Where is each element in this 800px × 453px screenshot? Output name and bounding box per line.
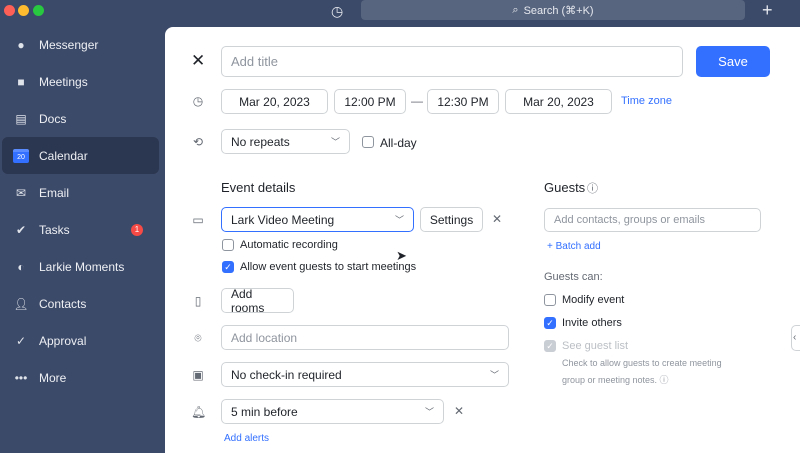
repeat-icon: ⟲ [192, 135, 204, 149]
see-guest-list-label: See guest list [562, 340, 629, 352]
room-icon: ▯ [194, 294, 202, 308]
sidebar-item-more[interactable]: ••• More [0, 359, 159, 396]
video-camera-icon: ■ [17, 74, 25, 89]
auto-recording-label: Automatic recording [240, 239, 338, 251]
window-maximize-button[interactable] [33, 5, 44, 16]
allow-guests-start-checkbox[interactable]: ✓ [222, 261, 234, 273]
settings-button[interactable]: Settings [420, 207, 483, 232]
chevron-down-icon: ﹀ [489, 370, 499, 380]
event-editor: ✕ Add title Save ◷ Mar 20, 2023 12:00 PM… [165, 27, 800, 453]
guests-can-label: Guests can: [544, 271, 603, 283]
bell-icon: 🔔︎ [191, 405, 207, 419]
end-date-picker[interactable]: Mar 20, 2023 [505, 89, 612, 114]
time-zone-link[interactable]: Time zone [621, 95, 672, 107]
end-time-picker[interactable]: 12:30 PM [427, 89, 499, 114]
more-dots-icon: ••• [14, 370, 28, 385]
calendar-icon: 20 [13, 148, 29, 163]
save-button[interactable]: Save [696, 46, 770, 77]
window-close-button[interactable] [4, 5, 15, 16]
modify-event-checkbox[interactable] [544, 294, 556, 306]
event-details-heading: Event details [221, 180, 296, 195]
guests-heading: Guests [544, 180, 586, 195]
docs-icon: ▤ [15, 111, 27, 126]
window-minimize-button[interactable] [18, 5, 29, 16]
alert-select[interactable]: 5 min before ﹀ [221, 399, 444, 424]
chat-bubbles-icon: ● [17, 37, 25, 52]
chevron-down-icon: ﹀ [394, 215, 404, 225]
invite-others-label: Invite others [562, 317, 622, 329]
location-input[interactable]: Add location [221, 325, 509, 350]
guest-note-line1: Check to allow guests to create meeting [562, 358, 722, 368]
add-alerts-link[interactable]: Add alerts [224, 433, 269, 444]
approval-icon: ✓ [15, 333, 27, 348]
start-time-picker[interactable]: 12:00 PM [334, 89, 406, 114]
chevron-down-icon: ﹀ [330, 137, 340, 147]
info-icon[interactable]: ⓘ [587, 180, 598, 196]
add-icon[interactable]: + [762, 0, 773, 21]
all-day-checkbox[interactable] [362, 136, 374, 148]
invite-others-checkbox[interactable]: ✓ [544, 317, 556, 329]
sidebar-item-calendar[interactable]: 20 Calendar [2, 137, 159, 174]
mouse-cursor-icon: ➤ [396, 248, 407, 263]
sidebar-item-messenger[interactable]: ● Messenger [0, 26, 159, 63]
add-rooms-button[interactable]: Add rooms [221, 287, 294, 315]
time-separator: — [411, 94, 423, 108]
close-icon[interactable]: ✕ [191, 51, 205, 71]
tasks-badge: 1 [131, 223, 143, 236]
person-icon: 👤︎ [13, 296, 29, 311]
video-meeting-select[interactable]: Lark Video Meeting ﹀ [221, 207, 414, 232]
remove-alert-icon[interactable]: ✕ [452, 404, 466, 418]
sidebar-item-contacts[interactable]: 👤︎ Contacts [0, 285, 159, 322]
start-date-picker[interactable]: Mar 20, 2023 [221, 89, 328, 114]
clock-icon: ◷ [192, 94, 204, 108]
sidebar-item-tasks[interactable]: ✔ Tasks 1 [0, 211, 159, 248]
sidebar-item-docs[interactable]: ▤ Docs [0, 100, 159, 137]
auto-recording-checkbox[interactable] [222, 239, 234, 251]
all-day-label: All-day [380, 136, 417, 150]
checkmark-icon: ✔ [15, 222, 27, 237]
chevron-down-icon: ﹀ [424, 407, 434, 417]
title-bar: ◷ ⌕ Search (⌘+K) + [0, 0, 800, 24]
collapse-panel-button[interactable]: ‹ [791, 325, 800, 351]
checkin-select[interactable]: No check-in required ﹀ [221, 362, 509, 387]
batch-add-link[interactable]: + Batch add [547, 241, 601, 252]
see-guest-list-checkbox: ✓ [544, 340, 556, 352]
sidebar-item-meetings[interactable]: ■ Meetings [0, 63, 159, 100]
sidebar: ● Messenger ■ Meetings ▤ Docs 20 Calendar ✉ E… [0, 26, 164, 396]
guests-input[interactable]: Add contacts, groups or emails [544, 208, 761, 232]
guest-note-line2: group or meeting notes. ⓘ [562, 375, 669, 385]
location-icon: ⌾ [194, 331, 202, 345]
search-icon: ⌕ [512, 3, 519, 16]
planet-icon: ◐ [17, 259, 25, 274]
envelope-icon: ✉ [15, 185, 27, 200]
allow-guests-start-label: Allow event guests to start meetings [240, 261, 417, 273]
sidebar-item-larkie-moments[interactable]: ◐ Larkie Moments [0, 248, 159, 285]
repeat-select[interactable]: No repeats ﹀ [221, 129, 350, 154]
remove-video-icon[interactable]: ✕ [490, 212, 504, 226]
history-icon[interactable]: ◷ [331, 3, 343, 20]
checkin-icon: ▣ [192, 368, 204, 382]
search-bar[interactable]: ⌕ Search (⌘+K) [361, 0, 745, 20]
sidebar-item-approval[interactable]: ✓ Approval [0, 322, 159, 359]
modify-event-label: Modify event [562, 294, 625, 306]
title-input[interactable]: Add title [221, 46, 683, 77]
video-icon: ▭ [192, 213, 204, 227]
sidebar-item-email[interactable]: ✉ Email [0, 174, 159, 211]
